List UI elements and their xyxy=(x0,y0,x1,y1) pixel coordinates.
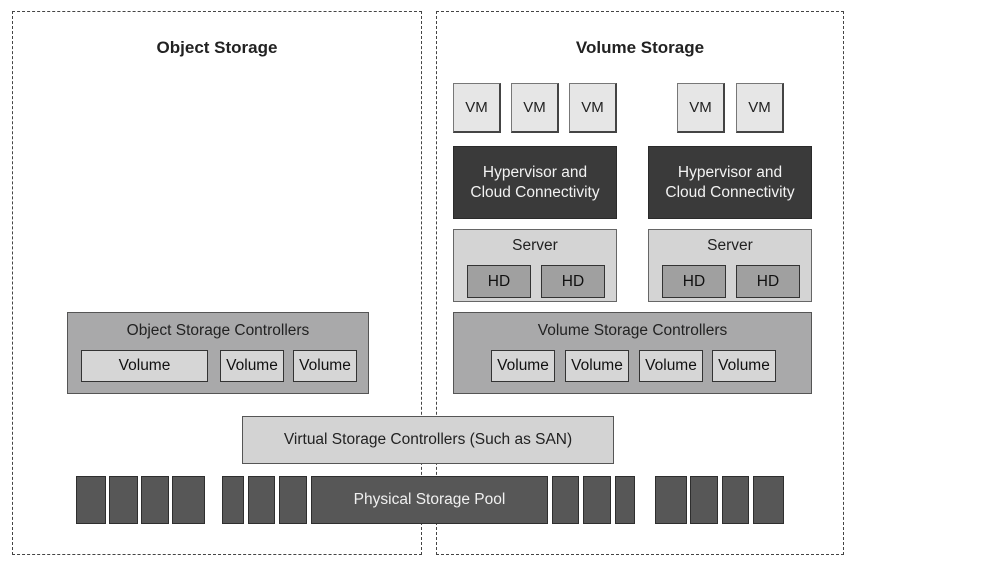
hard-disk: HD xyxy=(467,265,531,298)
volume-box: Volume xyxy=(491,350,555,382)
vm-box: VM xyxy=(736,83,784,133)
hypervisor-line1: Hypervisor and xyxy=(482,163,588,181)
volume-box: Volume xyxy=(81,350,208,382)
volume-box: Volume xyxy=(639,350,703,382)
volume-storage-controllers: Volume Storage Controllers Volume Volume… xyxy=(453,312,812,394)
volume-box: Volume xyxy=(712,350,776,382)
vm-box: VM xyxy=(677,83,725,133)
storage-block xyxy=(76,476,106,524)
volume-box: Volume xyxy=(565,350,629,382)
storage-block xyxy=(583,476,611,524)
hypervisor-box: Hypervisor and Cloud Connectivity xyxy=(453,146,617,219)
object-storage-title: Object Storage xyxy=(156,38,278,57)
storage-block xyxy=(141,476,169,524)
storage-block xyxy=(279,476,307,524)
vm-box: VM xyxy=(569,83,617,133)
virtual-storage-controllers: Virtual Storage Controllers (Such as SAN… xyxy=(242,416,614,464)
storage-block xyxy=(690,476,718,524)
storage-block xyxy=(248,476,275,524)
object-controllers-label: Object Storage Controllers xyxy=(126,322,310,339)
storage-block xyxy=(552,476,579,524)
storage-block xyxy=(222,476,244,524)
hypervisor-line2: Cloud Connectivity xyxy=(665,183,795,201)
hard-disk: HD xyxy=(541,265,605,298)
server-box: Server HD HD xyxy=(453,229,617,302)
volume-controllers-label: Volume Storage Controllers xyxy=(537,322,728,339)
vm-box: VM xyxy=(453,83,501,133)
hard-disk: HD xyxy=(662,265,726,298)
storage-block xyxy=(655,476,687,524)
volume-box: Volume xyxy=(293,350,357,382)
server-label: Server xyxy=(707,237,753,254)
hypervisor-line2: Cloud Connectivity xyxy=(470,183,600,201)
hard-disk: HD xyxy=(736,265,800,298)
hypervisor-box: Hypervisor and Cloud Connectivity xyxy=(648,146,812,219)
volume-storage-title: Volume Storage xyxy=(575,38,705,57)
object-storage-controllers: Object Storage Controllers Volume Volume… xyxy=(67,312,369,394)
hypervisor-line1: Hypervisor and xyxy=(677,163,783,181)
storage-block xyxy=(753,476,784,524)
storage-block xyxy=(109,476,138,524)
physical-storage-pool: Physical Storage Pool xyxy=(311,476,548,524)
vm-box: VM xyxy=(511,83,559,133)
storage-block xyxy=(172,476,205,524)
object-storage-panel xyxy=(12,11,422,555)
storage-block xyxy=(722,476,749,524)
server-box: Server HD HD xyxy=(648,229,812,302)
storage-block xyxy=(615,476,635,524)
volume-box: Volume xyxy=(220,350,284,382)
server-label: Server xyxy=(512,237,558,254)
